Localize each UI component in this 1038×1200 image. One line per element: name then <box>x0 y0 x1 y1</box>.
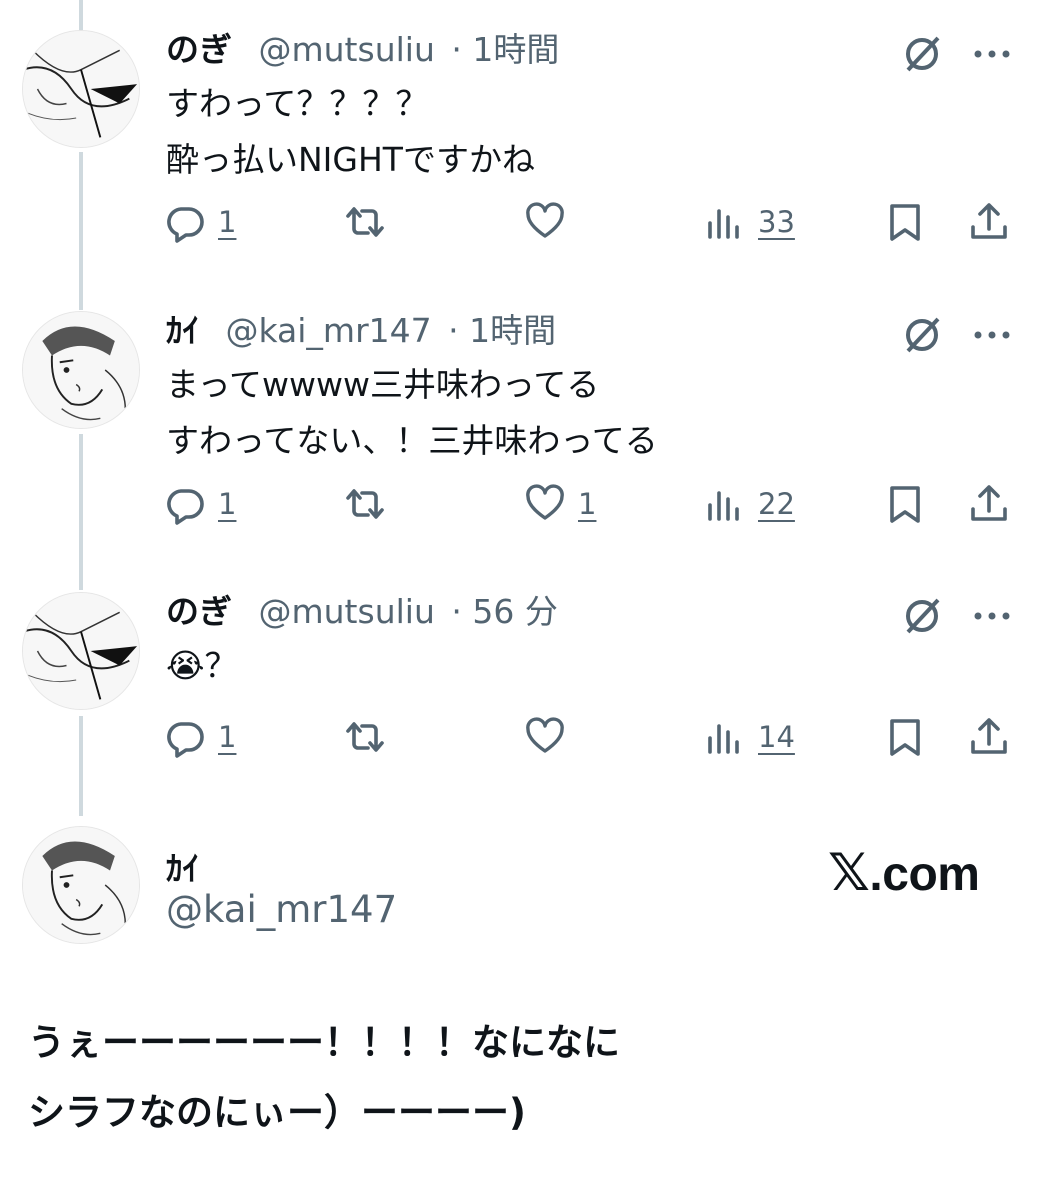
main-post-line: うぇーーーーーー！！！！なになに <box>28 1021 620 1064</box>
reply-count: 1 <box>218 720 237 754</box>
reply-button[interactable]: 1 <box>164 712 236 762</box>
like-button[interactable]: 1 <box>524 479 596 529</box>
like-count: 1 <box>578 487 597 521</box>
x-logo-icon: 𝕏 <box>828 844 870 902</box>
heart-icon <box>526 717 564 753</box>
reply-bubble-icon <box>167 722 204 758</box>
bookmark-icon <box>890 719 920 756</box>
tweet-header: ｶｲ @kai_mr147 · 1時間 <box>166 311 556 351</box>
share-button[interactable] <box>968 197 1010 247</box>
more-dots-icon[interactable] <box>970 594 1014 638</box>
reply-bubble-icon <box>167 489 204 525</box>
avatar[interactable] <box>22 30 140 148</box>
tweet-text-line: 😭？ <box>166 646 238 685</box>
main-post-line: シラフなのにぃー）ーーーー) <box>28 1091 526 1134</box>
like-button[interactable] <box>524 712 578 762</box>
tweet-text: まってwwww三井味わってる すわってない、！三井味わってる <box>166 357 658 469</box>
bookmark-button[interactable] <box>884 712 926 762</box>
reply-bubble-icon <box>167 207 204 243</box>
grok-icon[interactable] <box>900 594 944 638</box>
handle[interactable]: @mutsuliu <box>259 592 435 631</box>
main-handle[interactable]: @kai_mr147 <box>166 888 397 931</box>
thread-line <box>79 0 83 30</box>
retweet-button[interactable] <box>344 712 398 762</box>
action-bar: 1 1 22 <box>0 479 1038 529</box>
avatar-manga-kai <box>23 312 139 428</box>
reply-button[interactable]: 1 <box>164 197 236 247</box>
tweet-text: すわって？？？？ 酔っ払いNIGHTですかね <box>166 76 535 188</box>
like-button[interactable] <box>524 197 578 247</box>
tweet-text-line: 酔っ払いNIGHTですかね <box>166 140 535 179</box>
views-bar-icon <box>708 724 739 754</box>
more-dots-icon[interactable] <box>970 313 1014 357</box>
heart-icon <box>526 202 564 238</box>
share-icon <box>971 485 1007 521</box>
heart-icon <box>526 484 564 520</box>
reply-count: 1 <box>218 487 237 521</box>
share-icon <box>971 718 1007 754</box>
retweet-button[interactable] <box>344 479 398 529</box>
tweet-header: のぎ @mutsuliu · 1時間 <box>166 30 559 70</box>
action-bar: 1 33 <box>0 197 1038 247</box>
timestamp[interactable]: · 56 分 <box>451 592 557 631</box>
handle[interactable]: @mutsuliu <box>259 30 435 69</box>
share-icon <box>971 203 1007 239</box>
avatar-manga-nogi <box>23 31 139 147</box>
bookmark-button[interactable] <box>884 197 926 247</box>
grok-icon[interactable] <box>900 313 944 357</box>
reply-count: 1 <box>218 205 237 239</box>
main-display-name[interactable]: ｶｲ <box>166 842 199 890</box>
x-logo-text: .com <box>869 848 980 901</box>
avatar-manga-nogi <box>23 593 139 709</box>
views-count: 22 <box>758 487 795 521</box>
display-name[interactable]: のぎ <box>166 30 232 69</box>
timestamp[interactable]: · 1時間 <box>451 30 559 69</box>
share-button[interactable] <box>968 479 1010 529</box>
main-post-text: うぇーーーーーー！！！！なになに シラフなのにぃー）ーーーー) <box>28 1008 620 1148</box>
avatar-manga-kai <box>23 827 139 943</box>
views-button[interactable]: 22 <box>704 479 795 529</box>
x-logo: 𝕏.com <box>828 843 980 903</box>
bookmark-button[interactable] <box>884 479 926 529</box>
more-dots-icon[interactable] <box>970 32 1014 76</box>
views-bar-icon <box>708 491 739 521</box>
bookmark-icon <box>890 204 920 241</box>
retweet-button[interactable] <box>344 197 398 247</box>
avatar[interactable] <box>22 311 140 429</box>
tweet-text-line: すわって？？？？ <box>166 84 429 123</box>
views-count: 33 <box>758 205 795 239</box>
retweet-icon <box>346 207 384 237</box>
views-button[interactable]: 33 <box>704 197 795 247</box>
display-name[interactable]: ｶｲ <box>166 311 199 350</box>
timestamp[interactable]: · 1時間 <box>448 311 556 350</box>
action-bar: 1 14 <box>0 712 1038 762</box>
handle[interactable]: @kai_mr147 <box>226 311 432 350</box>
display-name[interactable]: のぎ <box>166 592 232 631</box>
retweet-icon <box>346 722 384 752</box>
reply-button[interactable]: 1 <box>164 479 236 529</box>
views-bar-icon <box>708 209 739 239</box>
share-button[interactable] <box>968 712 1010 762</box>
views-button[interactable]: 14 <box>704 712 795 762</box>
views-count: 14 <box>758 720 795 754</box>
grok-icon[interactable] <box>900 32 944 76</box>
avatar[interactable] <box>22 826 140 944</box>
retweet-icon <box>346 489 384 519</box>
tweet-text: 😭？ <box>166 638 238 694</box>
avatar[interactable] <box>22 592 140 710</box>
tweet-header: のぎ @mutsuliu · 56 分 <box>166 592 558 632</box>
bookmark-icon <box>890 486 920 523</box>
tweet-text-line: まってwwww三井味わってる <box>166 365 600 404</box>
tweet-text-line: すわってない、！三井味わってる <box>166 421 658 460</box>
